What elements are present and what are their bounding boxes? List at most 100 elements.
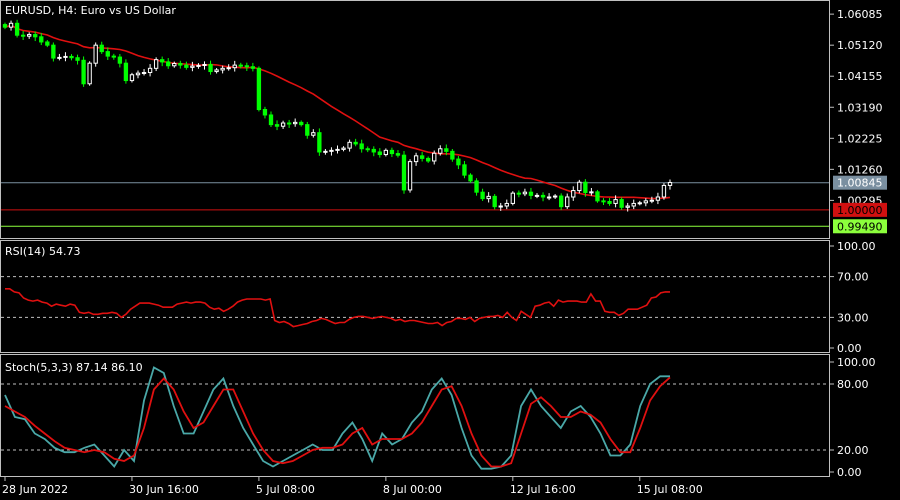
candle-body xyxy=(528,191,534,196)
candle-body xyxy=(661,184,667,198)
candle-body xyxy=(359,143,364,150)
candle-body xyxy=(335,148,340,151)
candle-body xyxy=(123,62,129,82)
candle-body xyxy=(589,191,594,194)
price-chart-title: EURUSD, H4: Euro vs US Dollar xyxy=(5,4,176,17)
candle-body xyxy=(625,205,630,208)
candle-body xyxy=(274,124,280,127)
candle-body xyxy=(462,164,467,176)
candle-body xyxy=(299,121,304,126)
candle-body xyxy=(637,202,642,205)
candle-body xyxy=(141,72,147,75)
candle-body xyxy=(468,174,473,182)
candle-body xyxy=(419,155,425,159)
price-panel[interactable]: 1.06085 1.05120 1.04155 1.03190 1.02225 1.012… xyxy=(0,0,888,239)
candle-body xyxy=(311,132,316,136)
stoch-tick-label: 0.00 xyxy=(837,466,862,479)
candle xyxy=(129,72,135,83)
time-axis: 28 Jun 2022 30 Jun 16:00 5 Jul 08:00 8 Jul … xyxy=(2,477,703,496)
candle-body xyxy=(534,194,540,197)
price-tick-label: 1.04155 xyxy=(837,70,883,83)
rsi-panel-frame xyxy=(0,240,830,353)
candle-body xyxy=(667,182,673,186)
candle xyxy=(401,150,407,194)
trading-chart[interactable]: 1.06085 1.05120 1.04155 1.03190 1.02225 1.012… xyxy=(0,0,900,500)
candle-body xyxy=(2,24,8,28)
stoch-title: Stoch(5,3,3) 87.14 86.10 xyxy=(5,361,143,374)
candle xyxy=(123,59,129,84)
candle-body xyxy=(371,148,376,153)
candle xyxy=(595,189,600,203)
candle-body xyxy=(220,67,225,71)
candle-body xyxy=(649,199,655,202)
candle-body xyxy=(305,124,310,136)
candle-body xyxy=(383,149,389,156)
time-tick-label: 28 Jun 2022 xyxy=(2,483,68,496)
stoch-panel[interactable]: 100.00 80.00 20.00 0.00 Stoch(5,3,3) 87.14 … xyxy=(0,354,876,480)
candle-body xyxy=(184,64,189,68)
candle-body xyxy=(39,36,44,43)
candle-body xyxy=(256,67,262,111)
candle-body xyxy=(492,195,497,208)
time-tick-label: 12 Jul 16:00 xyxy=(510,483,576,496)
candle-body xyxy=(432,152,437,162)
candle xyxy=(93,42,98,67)
candle-body xyxy=(444,148,449,152)
candle-body xyxy=(480,191,485,200)
stoch-tick-label: 80.00 xyxy=(837,378,869,391)
candle-body xyxy=(643,200,648,204)
candle-body xyxy=(20,34,26,37)
candle xyxy=(256,66,262,112)
price-tick-label: 1.06085 xyxy=(837,8,883,21)
candle-body xyxy=(238,64,243,67)
price-tick-label: 1.03190 xyxy=(837,101,883,114)
candle-body xyxy=(87,62,92,85)
candle-body xyxy=(317,132,322,153)
candle-body xyxy=(413,155,419,163)
candle-body xyxy=(450,150,455,160)
candle-body xyxy=(178,63,183,66)
price-tick-label: 1.01260 xyxy=(837,163,883,176)
candle-body xyxy=(202,63,207,66)
time-tick-label: 15 Jul 08:00 xyxy=(637,483,703,496)
candle-body xyxy=(129,74,135,82)
candle-body xyxy=(63,55,68,58)
candle-body xyxy=(565,196,570,208)
candle-body xyxy=(160,59,165,63)
rsi-panel[interactable]: 100.00 70.00 30.00 0.00 RSI(14) 54.73 xyxy=(0,240,876,355)
level-tag-label-0: 1.00000 xyxy=(837,204,883,217)
candle-body xyxy=(631,202,636,207)
candle-body xyxy=(577,181,582,192)
current-price-label: 1.00845 xyxy=(837,177,883,190)
candle-body xyxy=(214,69,219,73)
candle-body xyxy=(607,201,612,204)
candle-body xyxy=(365,148,370,151)
candle-body xyxy=(426,157,431,162)
candle-body xyxy=(540,194,546,198)
candle-body xyxy=(504,202,509,207)
candle-body xyxy=(172,63,177,67)
candle xyxy=(407,159,413,193)
candle-body xyxy=(329,149,334,152)
rsi-title: RSI(14) 54.73 xyxy=(5,245,80,258)
candle-body xyxy=(250,66,256,69)
candle-body xyxy=(571,190,576,198)
candle-body xyxy=(45,41,50,46)
candle xyxy=(661,183,667,200)
candle-body xyxy=(456,158,461,166)
candle xyxy=(317,128,322,156)
candle xyxy=(510,191,515,206)
candle-body xyxy=(655,196,661,201)
candle-body xyxy=(268,114,274,126)
candle-body xyxy=(474,180,479,193)
candle-body xyxy=(559,195,564,208)
candle-body xyxy=(583,181,588,194)
candle-body xyxy=(105,51,110,57)
rsi-tick-label: 0.00 xyxy=(837,342,862,355)
candle xyxy=(87,61,92,86)
candle-body xyxy=(377,151,382,156)
candle-body xyxy=(438,148,443,154)
rsi-tick-label: 100.00 xyxy=(837,240,876,253)
time-tick-label: 5 Jul 08:00 xyxy=(256,483,315,496)
candle-body xyxy=(51,44,56,59)
